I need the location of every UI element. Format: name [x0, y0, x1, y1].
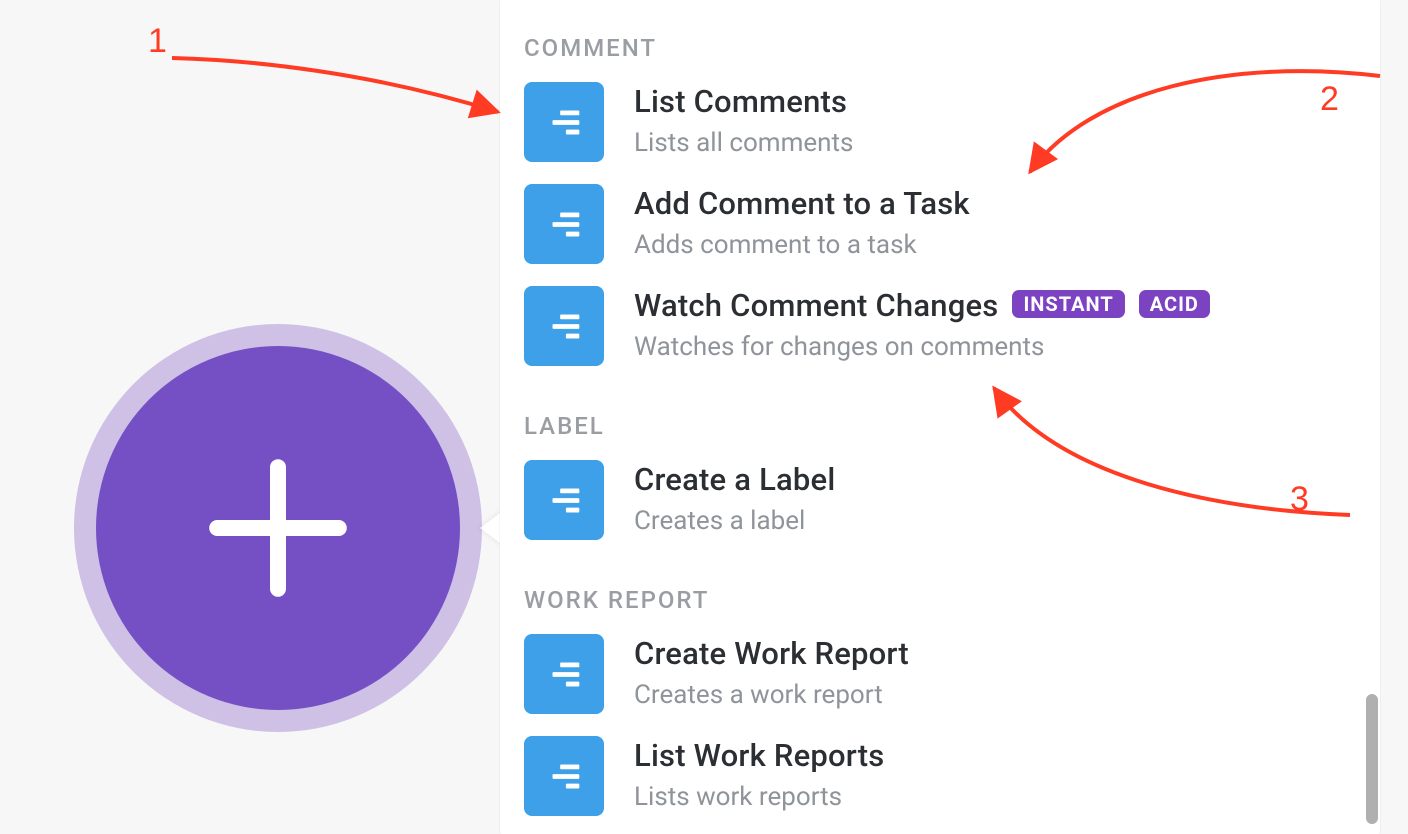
- module-text: List Work Reports Lists work reports: [634, 736, 884, 812]
- module-text: Create a Label Creates a label: [634, 460, 835, 536]
- bars-icon: [541, 477, 587, 523]
- module-text: Add Comment to a Task Adds comment to a …: [634, 184, 970, 260]
- module-list-comments[interactable]: List Comments Lists all comments: [500, 72, 1380, 174]
- module-icon: [524, 286, 604, 366]
- bars-icon: [541, 753, 587, 799]
- module-picker-scroll[interactable]: COMMENT List Comments Lists all comments: [500, 0, 1380, 834]
- module-desc: Lists all comments: [634, 128, 853, 158]
- annotation-number-1: 1: [148, 22, 167, 61]
- module-desc: Lists work reports: [634, 782, 884, 812]
- module-icon: [524, 634, 604, 714]
- module-text: Create Work Report Creates a work report: [634, 634, 909, 710]
- add-module-button[interactable]: [74, 324, 482, 732]
- module-desc: Adds comment to a task: [634, 230, 970, 260]
- module-icon: [524, 736, 604, 816]
- plus-icon: [198, 448, 358, 608]
- scroll-track: [1366, 0, 1380, 834]
- module-list-work-reports[interactable]: List Work Reports Lists work reports: [500, 726, 1380, 828]
- scroll-thumb[interactable]: [1366, 694, 1378, 824]
- module-title: Create Work Report: [634, 636, 909, 672]
- module-title: Watch Comment Changes: [634, 288, 998, 324]
- module-title: List Comments: [634, 84, 847, 120]
- section-header-label: LABEL: [500, 378, 1380, 450]
- bars-icon: [541, 99, 587, 145]
- module-desc: Creates a label: [634, 506, 835, 536]
- section-header-work-report: WORK REPORT: [500, 552, 1380, 624]
- bars-icon: [541, 303, 587, 349]
- module-create-a-label[interactable]: Create a Label Creates a label: [500, 450, 1380, 552]
- module-title: List Work Reports: [634, 738, 884, 774]
- module-create-work-report[interactable]: Create Work Report Creates a work report: [500, 624, 1380, 726]
- module-watch-comment-changes[interactable]: Watch Comment Changes INSTANT ACID Watch…: [500, 276, 1380, 378]
- module-icon: [524, 460, 604, 540]
- module-icon: [524, 184, 604, 264]
- module-icon: [524, 82, 604, 162]
- badge-instant: INSTANT: [1012, 290, 1124, 318]
- module-desc: Creates a work report: [634, 680, 909, 710]
- bars-icon: [541, 651, 587, 697]
- module-title: Create a Label: [634, 462, 835, 498]
- module-add-comment-to-task[interactable]: Add Comment to a Task Adds comment to a …: [500, 174, 1380, 276]
- bars-icon: [541, 201, 587, 247]
- module-title: Add Comment to a Task: [634, 186, 970, 222]
- module-picker-panel: COMMENT List Comments Lists all comments: [500, 0, 1380, 834]
- add-button-face: [96, 346, 460, 710]
- section-header-comment: COMMENT: [500, 0, 1380, 72]
- badge-acid: ACID: [1139, 290, 1210, 318]
- module-text: List Comments Lists all comments: [634, 82, 853, 158]
- module-desc: Watches for changes on comments: [634, 332, 1210, 362]
- module-text: Watch Comment Changes INSTANT ACID Watch…: [634, 286, 1210, 362]
